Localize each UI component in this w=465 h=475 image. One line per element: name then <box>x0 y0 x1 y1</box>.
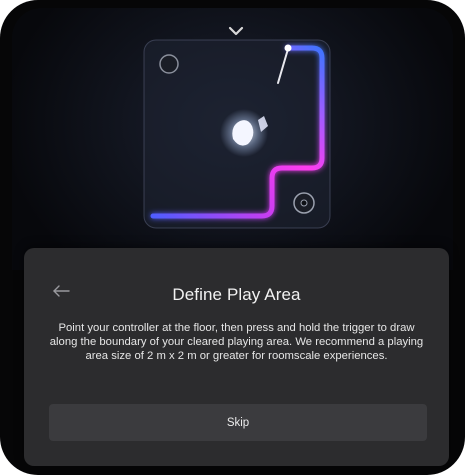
sensor-dot <box>300 199 308 207</box>
pointer-tip <box>284 44 292 52</box>
play-area-illustration <box>12 8 453 270</box>
skip-button[interactable]: Skip <box>49 404 427 441</box>
corner-marker <box>159 54 179 74</box>
play-area-scene <box>143 26 331 229</box>
dialog-description: Point your controller at the floor, then… <box>49 322 424 362</box>
chevron-down-icon[interactable] <box>228 26 244 36</box>
define-play-area-dialog: Define Play Area Point your controller a… <box>24 248 449 466</box>
dialog-title: Define Play Area <box>172 285 301 304</box>
headset-view: Define Play Area Point your controller a… <box>0 0 465 475</box>
